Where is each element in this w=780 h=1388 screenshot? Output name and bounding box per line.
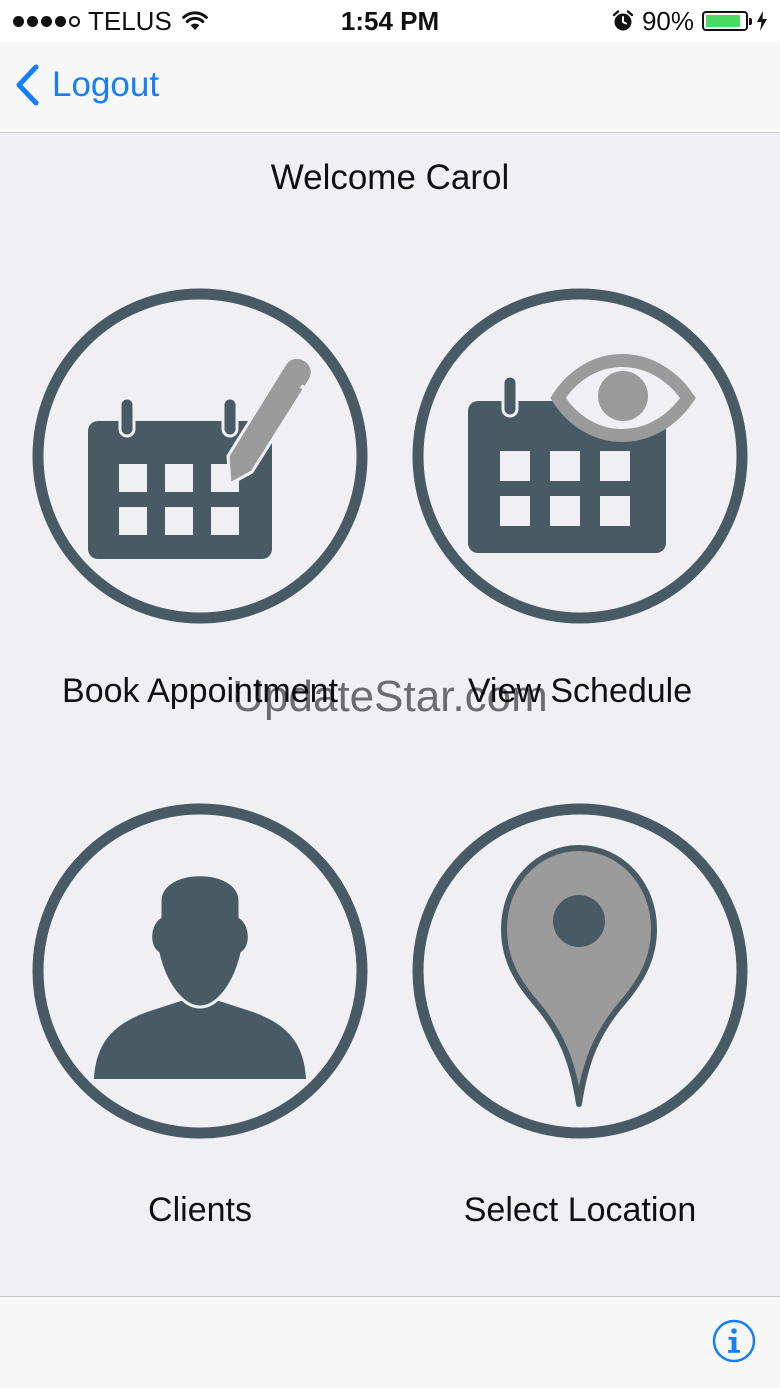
chevron-left-icon — [16, 64, 39, 106]
charging-bolt-icon — [757, 11, 767, 31]
bottom-toolbar — [0, 1296, 780, 1388]
status-bar: TELUS 1:54 PM 90% — [0, 0, 780, 42]
battery-icon — [702, 11, 752, 31]
calendar-eye-icon — [412, 288, 748, 624]
info-icon[interactable] — [712, 1319, 756, 1363]
welcome-heading: Welcome Carol — [270, 158, 510, 197]
alarm-icon — [612, 10, 634, 31]
logout-button[interactable]: Logout — [14, 64, 159, 106]
calendar-pen-icon — [32, 288, 368, 624]
nav-bar: Logout — [0, 42, 780, 133]
battery-percent: 90% — [641, 5, 694, 36]
logout-label: Logout — [52, 65, 160, 104]
view-schedule-button[interactable]: View Schedule — [410, 286, 750, 711]
clients-button[interactable]: Clients — [30, 801, 370, 1230]
select-location-label: Select Location — [463, 1191, 697, 1229]
status-right: 90% — [612, 5, 768, 36]
book-appointment-button[interactable]: Book Appointment — [30, 286, 370, 711]
location-pin-icon — [412, 803, 748, 1139]
clients-label: Clients — [148, 1191, 252, 1229]
person-icon — [32, 803, 368, 1139]
battery-level — [706, 15, 741, 27]
select-location-button[interactable]: Select Location — [410, 801, 750, 1230]
book-appointment-label: Book Appointment — [62, 672, 338, 710]
view-schedule-label: View Schedule — [467, 672, 693, 710]
